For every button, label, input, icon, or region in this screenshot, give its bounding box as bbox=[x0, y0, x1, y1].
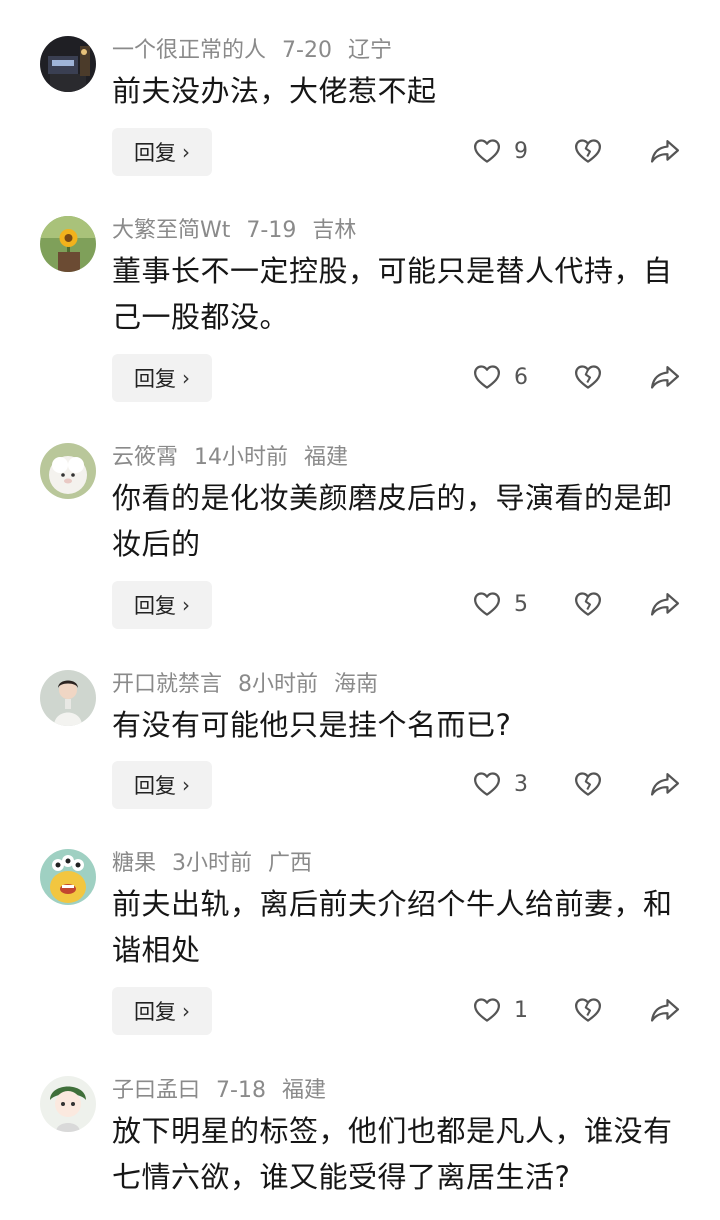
chevron-right-icon: › bbox=[182, 773, 190, 797]
comment-actions: 回复 › 1 bbox=[0, 987, 720, 1037]
comment-location: 福建 bbox=[281, 1078, 326, 1103]
comment-list: 一个很正常的人 7-20 辽宁 前夫没办法，大佬惹不起 回复 › 9 大繁至简Wt 7-… bbox=[0, 0, 720, 1220]
comment-meta: 糖果 3小时前 广西 bbox=[112, 849, 328, 879]
comment-text: 董事长不一定控股，可能只是替人代持，自己一股都没。 bbox=[112, 254, 673, 334]
username[interactable]: 云筱霄 bbox=[112, 445, 178, 470]
username[interactable]: 一个很正常的人 bbox=[112, 38, 266, 63]
username[interactable]: 糖果 bbox=[112, 851, 156, 876]
like-count: 3 bbox=[514, 772, 528, 797]
comment-location: 广西 bbox=[268, 851, 313, 876]
comment-text: 前夫出轨，离后前夫介绍个牛人给前妻，和谐相处 bbox=[112, 887, 673, 967]
comment-actions: 回复 › 5 bbox=[0, 581, 720, 631]
broken-heart-icon[interactable] bbox=[573, 589, 603, 619]
reply-button[interactable]: 回复 › bbox=[112, 987, 212, 1035]
reply-button[interactable]: 回复 › bbox=[112, 354, 212, 402]
comment-text: 放下明星的标签，他们也都是凡人，谁没有七情六欲，谁又能受得了离居生活? bbox=[112, 1114, 673, 1194]
reply-label: 回复 bbox=[134, 594, 176, 618]
reply-button[interactable]: 回复 › bbox=[112, 761, 212, 809]
comment-actions: 回复 › 9 bbox=[0, 128, 720, 178]
reply-label: 回复 bbox=[134, 367, 176, 391]
heart-outline-icon[interactable] bbox=[472, 769, 502, 799]
comment-meta: 开口就禁言 8小时前 海南 bbox=[112, 670, 394, 700]
chevron-right-icon: › bbox=[182, 999, 190, 1023]
comment-text: 有没有可能他只是挂个名而已? bbox=[112, 708, 512, 742]
broken-heart-icon[interactable] bbox=[573, 136, 603, 166]
like-count: 5 bbox=[514, 592, 528, 617]
comment-date: 7-19 bbox=[246, 218, 297, 243]
chevron-right-icon: › bbox=[182, 593, 190, 617]
comment-meta: 云筱霄 14小时前 福建 bbox=[112, 443, 364, 473]
share-arrow-icon[interactable] bbox=[649, 362, 681, 392]
comment-text: 前夫没办法，大佬惹不起 bbox=[112, 74, 437, 108]
comment-date: 3小时前 bbox=[172, 851, 253, 876]
heart-outline-icon[interactable] bbox=[472, 995, 502, 1025]
comment-meta: 一个很正常的人 7-20 辽宁 bbox=[112, 36, 408, 66]
share-arrow-icon[interactable] bbox=[649, 136, 681, 166]
comment-meta: 子曰孟曰 7-18 福建 bbox=[112, 1076, 342, 1106]
chevron-right-icon: › bbox=[182, 140, 190, 164]
comment-location: 辽宁 bbox=[347, 38, 392, 63]
reply-label: 回复 bbox=[134, 141, 176, 165]
heart-outline-icon[interactable] bbox=[472, 136, 502, 166]
comment-meta: 大繁至简Wt 7-19 吉林 bbox=[112, 216, 372, 246]
comment-location: 福建 bbox=[304, 445, 349, 470]
chevron-right-icon: › bbox=[182, 366, 190, 390]
avatar[interactable] bbox=[40, 670, 96, 726]
comment-date: 7-18 bbox=[216, 1078, 266, 1103]
comment-actions: 回复 › 6 bbox=[0, 354, 720, 404]
share-arrow-icon[interactable] bbox=[649, 589, 681, 619]
like-count: 9 bbox=[514, 139, 528, 164]
reply-label: 回复 bbox=[134, 774, 176, 798]
comment-date: 14小时前 bbox=[194, 445, 289, 470]
broken-heart-icon[interactable] bbox=[573, 362, 603, 392]
reply-button[interactable]: 回复 › bbox=[112, 581, 212, 629]
comment-location: 吉林 bbox=[312, 218, 357, 243]
share-arrow-icon[interactable] bbox=[649, 769, 681, 799]
username[interactable]: 开口就禁言 bbox=[112, 672, 222, 697]
reply-button[interactable]: 回复 › bbox=[112, 128, 212, 176]
comment-text: 你看的是化妆美颜磨皮后的，导演看的是卸妆后的 bbox=[112, 481, 673, 561]
like-count: 6 bbox=[514, 365, 528, 390]
comment-date: 7-20 bbox=[282, 38, 332, 63]
comment-actions: 回复 › 3 bbox=[0, 761, 720, 811]
comment-location: 海南 bbox=[334, 672, 379, 697]
avatar[interactable] bbox=[40, 443, 96, 499]
username[interactable]: 大繁至简Wt bbox=[112, 218, 230, 243]
like-count: 1 bbox=[514, 998, 528, 1023]
avatar[interactable] bbox=[40, 216, 96, 272]
comment-date: 8小时前 bbox=[238, 672, 319, 697]
broken-heart-icon[interactable] bbox=[573, 769, 603, 799]
reply-label: 回复 bbox=[134, 1000, 176, 1024]
avatar[interactable] bbox=[40, 36, 96, 92]
heart-outline-icon[interactable] bbox=[472, 362, 502, 392]
heart-outline-icon[interactable] bbox=[472, 589, 502, 619]
broken-heart-icon[interactable] bbox=[573, 995, 603, 1025]
share-arrow-icon[interactable] bbox=[649, 995, 681, 1025]
avatar[interactable] bbox=[40, 849, 96, 905]
username[interactable]: 子曰孟曰 bbox=[112, 1078, 200, 1103]
avatar[interactable] bbox=[40, 1076, 96, 1132]
